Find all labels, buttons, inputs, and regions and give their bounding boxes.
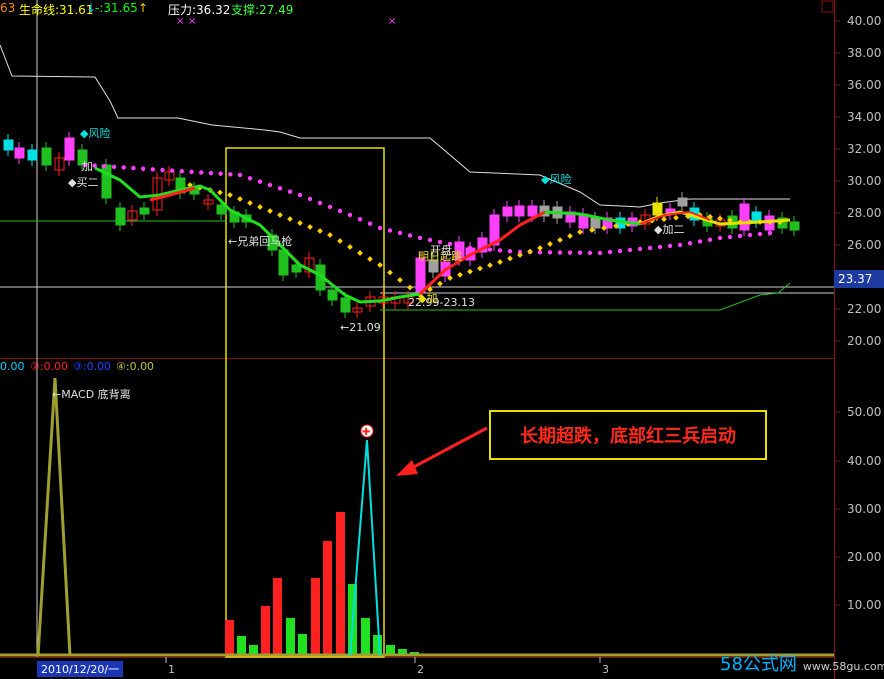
macd-value-1: 0.00 (0, 360, 25, 373)
open-annotation: 开盘 (430, 244, 452, 257)
price-tick-label: 38.00 (847, 46, 882, 60)
callout-box: 长期超跌，底部红三兵启动 (489, 410, 767, 460)
jiagai-annotation: ◆加 (418, 292, 438, 305)
low-annotation: ←21.09 (340, 321, 381, 334)
candle (101, 164, 112, 199)
candle (14, 147, 25, 159)
x-marker: × (388, 16, 396, 27)
macd-tick-label: 20.00 (847, 550, 882, 564)
candle (327, 289, 338, 301)
macd-bar (323, 541, 332, 655)
support-label: 支撑:27.49 (231, 3, 294, 17)
macd-bar (361, 618, 370, 655)
macd-tick-label: 10.00 (847, 598, 882, 612)
risk-annotation: ◆风险 (80, 127, 111, 140)
lifeline-label: 生命线:31.61 (19, 3, 94, 17)
macd-bar (336, 512, 345, 655)
macd-bar (273, 578, 282, 655)
candle (64, 137, 75, 161)
price-tick-label: 40.00 (847, 14, 882, 28)
candle (27, 149, 38, 161)
buy-two-annotation: ◆买二 (68, 176, 99, 189)
macd-bar (311, 578, 320, 655)
macd-tick-label: 30.00 (847, 502, 882, 516)
chart-canvas: × × × ✚ (0, 0, 840, 679)
macd-bar (298, 634, 307, 655)
macd-histogram (225, 512, 419, 655)
risk-annotation: ◆风险 (541, 173, 572, 186)
macd-tick-label: 40.00 (847, 454, 882, 468)
jia-annotation: 加 (82, 160, 93, 173)
candle (3, 139, 14, 151)
plus-icon: ✚ (362, 427, 370, 438)
site-logo: 58公式网 www.58gu.com (720, 650, 884, 676)
time-tick-label: 2 (417, 663, 424, 676)
candle (139, 207, 150, 215)
cursor-date: 2010/12/20/一 (37, 661, 124, 677)
candle (677, 197, 688, 207)
macd-bar (261, 606, 270, 655)
candle (115, 207, 126, 226)
candle (590, 217, 601, 229)
logo-url: www.58gu.com (802, 660, 884, 673)
macd-value-4: ④:0.00 (116, 360, 155, 373)
arrow-head-icon (396, 460, 418, 476)
time-tick-label: 3 (602, 663, 609, 676)
mid-label: -:31.65 (95, 1, 138, 15)
macd-tick-label: 50.00 (847, 405, 882, 419)
candle (527, 205, 538, 217)
candle (514, 205, 525, 217)
price-tick-label: 22.00 (847, 302, 882, 316)
macd-olive-spike (36, 377, 72, 657)
stock-chart-window: { "header": { "prefix": "63", "lifeline_… (0, 0, 884, 679)
pressure-line (0, 44, 790, 208)
highlight-box (225, 147, 385, 658)
candle (789, 221, 800, 231)
price-tick-label: 34.00 (847, 110, 882, 124)
add-two-annotation: ◆加二 (654, 223, 685, 236)
pressure-label: 压力:36.32 (168, 3, 231, 17)
macd-value-2: ②:0.00 (30, 360, 69, 373)
candle (340, 297, 351, 313)
price-tick-label: 32.00 (847, 142, 882, 156)
brother-annotation: ←兄弟回马枪 (228, 235, 293, 248)
candle (502, 206, 513, 217)
macd-value-3: ③:0.00 (73, 360, 112, 373)
price-tick-label: 20.00 (847, 334, 882, 348)
arrow-line (407, 426, 488, 472)
price-tick-label: 28.00 (847, 206, 882, 220)
candle (652, 202, 663, 216)
candle (739, 203, 750, 231)
window-box-icon (821, 0, 834, 13)
macd-bar (286, 618, 295, 655)
price-tick-label: 26.00 (847, 238, 882, 252)
candle (41, 147, 52, 166)
macd-divergence-annotation: ←MACD 底背离 (52, 388, 131, 401)
logo-brand: 58公式网 (720, 654, 797, 675)
macd-bar (225, 620, 234, 655)
current-price-tag: 23.37 (834, 270, 884, 288)
time-tick-label: 1 (168, 663, 175, 676)
macd-bar (237, 636, 246, 655)
arrow-up-icon: ↑ (138, 1, 149, 15)
price-tick-label: 36.00 (847, 78, 882, 92)
price-tick-label: 30.00 (847, 174, 882, 188)
header-prefix: 63 (0, 1, 16, 15)
